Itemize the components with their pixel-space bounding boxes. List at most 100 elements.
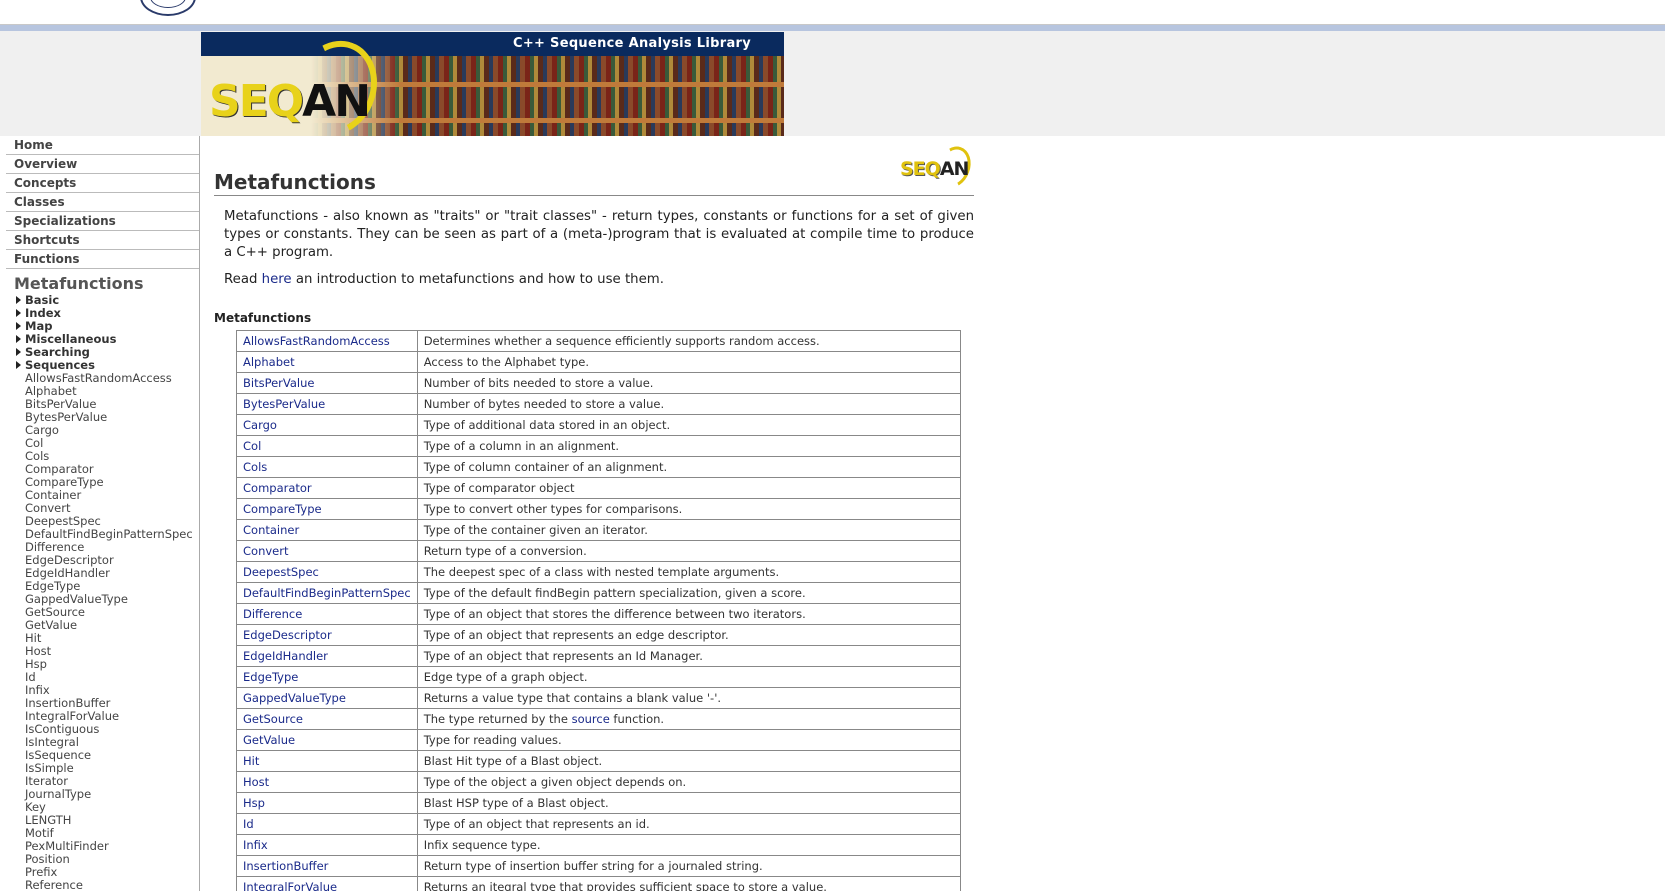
metafunction-description: Determines whether a sequence efficientl… [416,330,962,352]
metafunction-description: Type of an object that represents an edg… [416,624,962,646]
expand-triangle-icon[interactable] [16,335,21,343]
metafunction-name-cell: Convert [236,540,418,562]
metafunction-description: Type of additional data stored in an obj… [416,414,962,436]
seqan-logo-large: SEQAN [209,76,371,127]
metafunction-link-cargo[interactable]: Cargo [243,418,277,432]
metafunction-description: The type returned by the source function… [416,708,962,730]
expand-triangle-icon[interactable] [16,322,21,330]
metafunction-link-col[interactable]: Col [243,439,261,453]
metafunction-link-bytes-per-value[interactable]: BytesPerValue [243,397,325,411]
metafunction-name-cell: BitsPerValue [236,372,418,394]
metafunction-description: Access to the Alphabet type. [416,351,962,373]
metafunction-description: Type of an object that represents an id. [416,813,962,835]
metafunction-link-hit[interactable]: Hit [243,754,259,768]
metafunction-link-host[interactable]: Host [243,775,269,789]
metafunction-name-cell: BytesPerValue [236,393,418,415]
metafunction-link-get-source[interactable]: GetSource [243,712,303,726]
metafunction-link-comparator[interactable]: Comparator [243,481,312,495]
table-row: Cols Type of column container of an align… [236,456,962,478]
table-row: Convert Return type of a conversion. [236,540,962,562]
metafunction-name-cell: EdgeType [236,666,418,688]
sidebar-section-title: Metafunctions [14,274,144,293]
table-row: AllowsFastRandomAccess Determines whether… [236,330,962,352]
nav-item-functions[interactable]: Functions [6,250,199,269]
metafunction-name-cell: GetSource [236,708,418,730]
metafunction-link-cols[interactable]: Cols [243,460,267,474]
here-link[interactable]: here [262,272,292,287]
seqan-banner[interactable]: C++ Sequence Analysis Library SEQAN [201,32,784,136]
metafunction-description: Return type of a conversion. [416,540,962,562]
nav-item-classes[interactable]: Classes [6,193,199,212]
table-row: Host Type of the object a given object de… [236,771,962,793]
metafunction-name-cell: Comparator [236,477,418,499]
table-row: Cargo Type of additional data stored in a… [236,414,962,436]
table-row: GetSource The type returned by the source… [236,708,962,730]
table-row: Difference Type of an object that stores … [236,603,962,625]
metafunction-link-insertion-buffer[interactable]: InsertionBuffer [243,859,328,873]
metafunction-name-cell: Difference [236,603,418,625]
nav-item-specializations[interactable]: Specializations [6,212,199,231]
metafunction-description: Type of an object that stores the differ… [416,603,962,625]
metafunction-link-infix[interactable]: Infix [243,838,268,852]
metafunction-link-alphabet[interactable]: Alphabet [243,355,295,369]
metafunction-link-allows-fast-random-access[interactable]: AllowsFastRandomAccess [243,334,390,348]
metafunction-link-edge-id-handler[interactable]: EdgeIdHandler [243,649,328,663]
source-link[interactable]: source [572,712,610,726]
expand-triangle-icon[interactable] [16,348,21,356]
metafunction-name-cell: EdgeDescriptor [236,624,418,646]
table-row: BitsPerValue Number of bits needed to sto… [236,372,962,394]
nav-item-home[interactable]: Home [6,136,199,155]
top-bar [0,0,1665,25]
metafunction-name-cell: Hit [236,750,418,772]
sidebar-link-reference[interactable]: Reference [0,879,199,891]
table-row: EdgeIdHandler Type of an object that repr… [236,645,962,667]
expand-triangle-icon[interactable] [16,361,21,369]
table-row: Id Type of an object that represents an i… [236,813,962,835]
metafunction-link-get-value[interactable]: GetValue [243,733,295,747]
metafunction-link-deepest-spec[interactable]: DeepestSpec [243,565,319,579]
category-list: Basic Index Map Miscellaneous Searching Seque… [0,294,199,372]
metafunction-description: Type for reading values. [416,729,962,751]
description-text: function. [609,712,665,726]
category-label: Basic [25,293,60,307]
metafunction-link-edge-descriptor[interactable]: EdgeDescriptor [243,628,332,642]
metafunction-link-hsp[interactable]: Hsp [243,796,265,810]
expand-triangle-icon[interactable] [16,296,21,304]
table-row: EdgeDescriptor Type of an object that rep… [236,624,962,646]
description-text: The type returned by the [423,712,572,726]
table-row: BytesPerValue Number of bytes needed to s… [236,393,962,415]
nav-item-overview[interactable]: Overview [6,155,199,174]
nav-item-shortcuts[interactable]: Shortcuts [6,231,199,250]
metafunction-description: Type of the default findBegin pattern sp… [416,582,962,604]
metafunction-name-cell: Container [236,519,418,541]
metafunction-link-difference[interactable]: Difference [243,607,302,621]
metafunction-link-bits-per-value[interactable]: BitsPerValue [243,376,315,390]
table-row: IntegralForValue Returns an itegral type … [236,876,962,891]
nav-item-concepts[interactable]: Concepts [6,174,199,193]
metafunction-link-id[interactable]: Id [243,817,254,831]
metafunction-link-default-find-begin-pattern-spec[interactable]: DefaultFindBeginPatternSpec [243,586,411,600]
metafunction-link-compare-type[interactable]: CompareType [243,502,322,516]
metafunction-link-container[interactable]: Container [243,523,299,537]
metafunction-name-cell: Cols [236,456,418,478]
metafunction-description: Type of the container given an iterator. [416,519,962,541]
metafunction-link-edge-type[interactable]: EdgeType [243,670,298,684]
metafunction-link-gapped-value-type[interactable]: GappedValueType [243,691,346,705]
metafunction-link-integral-for-value[interactable]: IntegralForValue [243,880,337,891]
metafunction-name-cell: DefaultFindBeginPatternSpec [236,582,418,604]
table-row: GetValue Type for reading values. [236,729,962,751]
table-row: Infix Infix sequence type. [236,834,962,856]
metafunction-name-cell: IntegralForValue [236,876,418,891]
read-line: Read here an introduction to metafunctio… [224,272,664,287]
expand-triangle-icon[interactable] [16,309,21,317]
metafunction-name-cell: Infix [236,834,418,856]
metafunction-name-cell: GetValue [236,729,418,751]
category-label: Map [25,319,53,333]
table-row: Container Type of the container given an … [236,519,962,541]
table-row: Comparator Type of comparator object [236,477,962,499]
table-row: GappedValueType Returns a value type that… [236,687,962,709]
metafunction-list: AllowsFastRandomAccess Alphabet BitsPerVal… [0,372,199,891]
metafunction-description: Edge type of a graph object. [416,666,962,688]
metafunction-link-convert[interactable]: Convert [243,544,288,558]
metafunction-description: Type to convert other types for comparis… [416,498,962,520]
